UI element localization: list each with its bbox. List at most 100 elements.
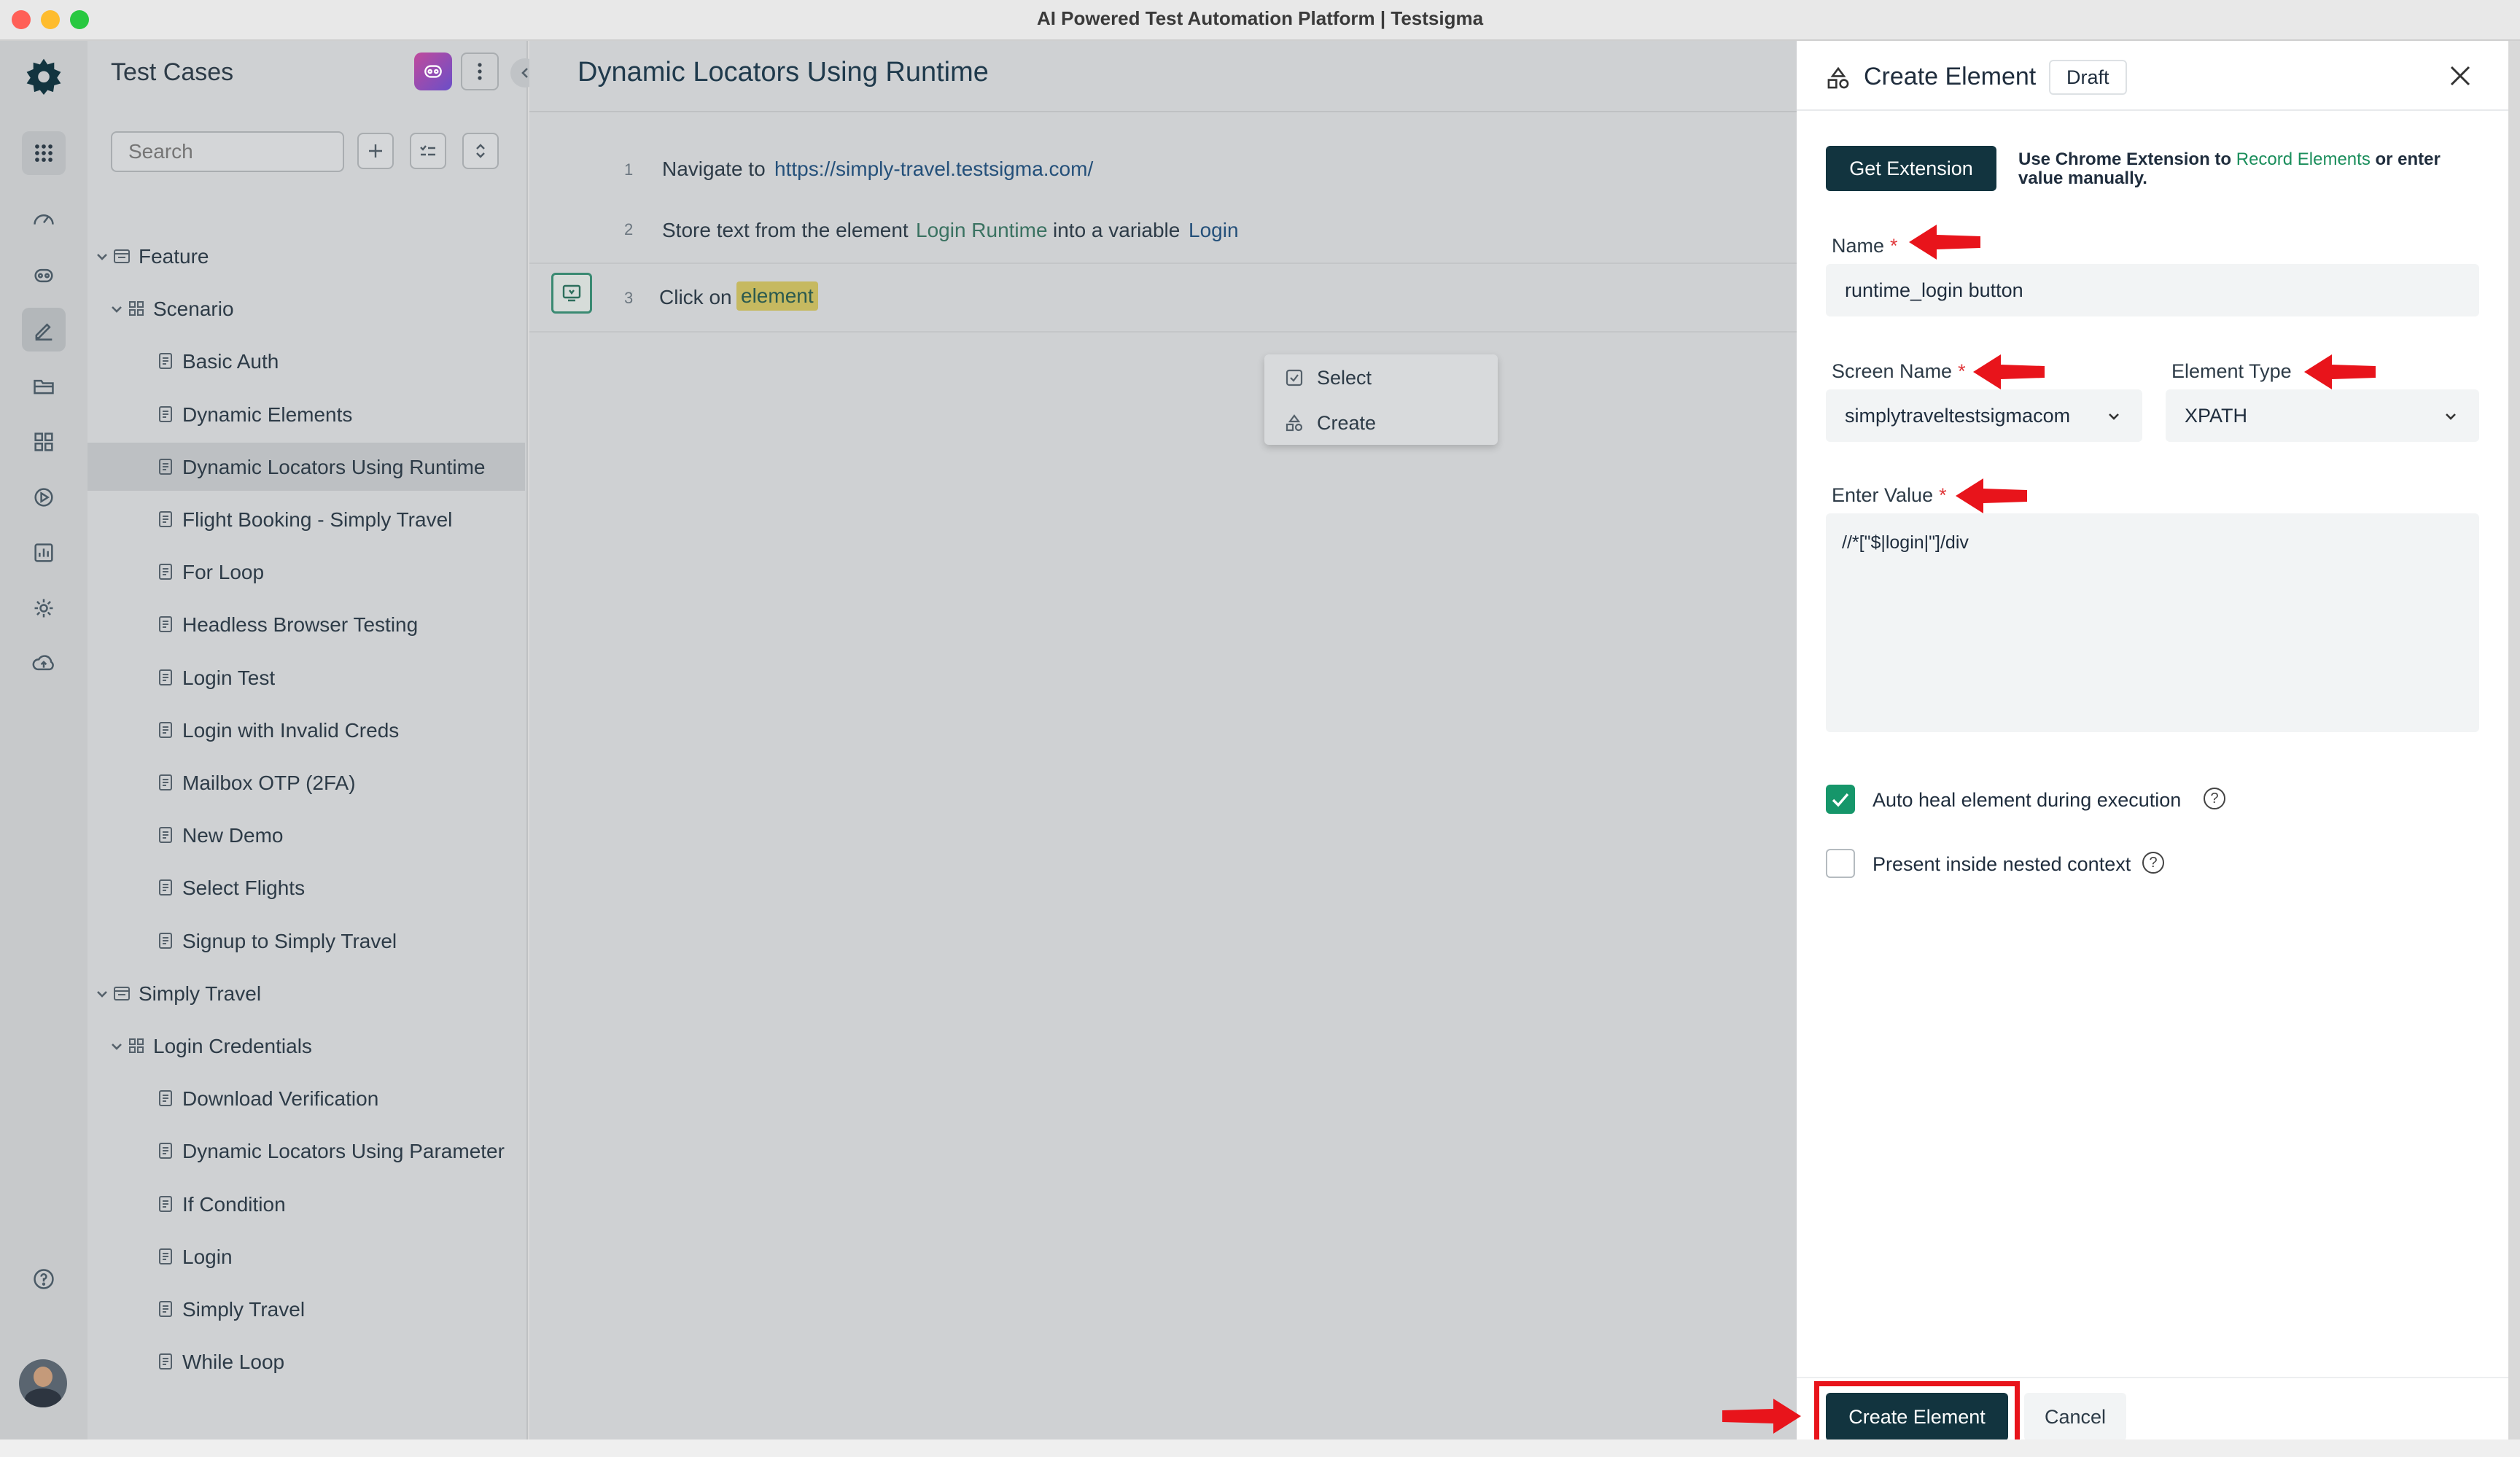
test-case-icon [156,825,175,844]
chevron-down-icon[interactable] [93,247,111,265]
avatar[interactable] [19,1359,67,1407]
tree-item-label: Login Test [182,666,276,689]
tree-item-test-case[interactable]: Login Test [88,653,525,702]
tree-item-test-case[interactable]: Select Flights [88,863,525,912]
tree-item-feature[interactable]: Feature [88,232,525,280]
tree-item-label: While Loop [182,1351,285,1374]
tree-item-label: If Condition [182,1192,286,1216]
tree-item-test-case[interactable]: New Demo [88,811,525,859]
step-variable-link[interactable]: Login [1189,219,1239,242]
tree-item-test-case[interactable]: Signup to Simply Travel [88,917,525,965]
tree-item-test-case[interactable]: Login [88,1232,525,1281]
step-element-link[interactable]: Login Runtime [916,219,1048,242]
edit-icon[interactable] [22,308,66,351]
name-field[interactable] [1826,264,2479,316]
tree-item-test-case[interactable]: Simply Travel [88,1285,525,1333]
tree-item-label: Basic Auth [182,350,279,373]
test-case-icon [156,878,175,897]
extension-note: Use Chrome Extension to Record Elements … [2018,150,2485,188]
help-icon[interactable]: ? [2204,788,2225,809]
auto-heal-checkbox[interactable] [1826,785,1855,814]
tree-item-test-case[interactable]: Mailbox OTP (2FA) [88,758,525,807]
cancel-button[interactable]: Cancel [2024,1393,2126,1441]
step-text: into a variable [1053,219,1181,241]
red-arrow-icon [2304,354,2376,389]
search-input[interactable] [111,131,344,172]
element-type-select[interactable]: XPATH [2166,389,2479,442]
test-step[interactable]: 1 Navigate to https://simply-travel.test… [529,143,1797,201]
sort-button[interactable] [462,133,499,169]
step-type-icon[interactable] [551,273,592,314]
tree-item-label: Simply Travel [139,982,262,1005]
test-case-editor: Dynamic Locators Using Runtime 1 Navigat… [529,41,1797,1439]
close-icon[interactable] [2446,61,2475,90]
tree-item-label: Download Verification [182,1087,379,1111]
drawer-header: Create Element Draft [1797,41,2508,111]
step-url-link[interactable]: https://simply-travel.testsigma.com/ [774,158,1093,181]
chevron-down-icon [2446,413,2456,420]
test-step-active[interactable]: 3 Click on element [529,263,1797,333]
red-arrow-icon [1722,1399,1801,1434]
filter-button[interactable] [410,133,446,169]
get-extension-button[interactable]: Get Extension [1826,146,1996,191]
test-case-icon [156,1089,175,1108]
panel-title: Test Cases [111,58,234,86]
apps-icon[interactable] [22,131,66,175]
draft-badge: Draft [2049,60,2127,95]
chevron-down-icon[interactable] [108,300,125,317]
help-icon[interactable] [22,1257,66,1301]
red-arrow-icon [1956,478,2027,513]
name-label: Name * [1832,235,1898,257]
create-element-option[interactable]: Create [1285,408,1376,438]
value-textarea[interactable]: //*["$|login|"]/div [1826,513,2479,732]
tree-item-test-case[interactable]: Login with Invalid Creds [88,706,525,754]
chevron-down-icon[interactable] [93,984,111,1002]
tree-item-test-case[interactable]: Flight Booking - Simply Travel [88,495,525,543]
step-text: Navigate to [662,158,766,180]
tree-item-test-case[interactable]: While Loop [88,1337,525,1386]
tree-item-test-case[interactable]: Dynamic Locators Using Parameter [88,1127,525,1175]
scenario-icon [127,299,146,318]
tree-item-test-case[interactable]: Dynamic Locators Using Runtime [88,442,525,491]
help-icon[interactable]: ? [2142,852,2164,874]
tree-item-scenario[interactable]: Scenario [88,284,525,333]
dashboard-icon[interactable] [22,198,66,242]
chevron-down-icon[interactable] [108,1037,125,1054]
copilot-button[interactable] [414,53,452,90]
tree-item-label: For Loop [182,561,265,584]
tree-item-test-case[interactable]: Dynamic Elements [88,390,525,438]
test-cases-panel: Test Cases Feature Scenario Basic Auth Dyna… [88,41,540,1439]
tree-item-label: Mailbox OTP (2FA) [182,772,356,794]
reports-icon[interactable] [22,531,66,575]
copilot-icon[interactable] [22,254,66,298]
testsigma-logo-icon[interactable] [22,54,66,98]
settings-icon[interactable] [22,586,66,630]
tree-item-scenario[interactable]: Login Credentials [88,1022,525,1070]
tree-item-test-case[interactable]: Download Verification [88,1074,525,1122]
test-case-icon [156,510,175,529]
test-case-icon [156,1299,175,1318]
folder-icon[interactable] [22,365,66,408]
more-options-button[interactable] [461,53,499,90]
tree-item-test-case[interactable]: If Condition [88,1180,525,1228]
tree-item-feature[interactable]: Simply Travel [88,969,525,1017]
nested-context-checkbox[interactable] [1826,849,1855,878]
screen-name-select[interactable]: simplytraveltestsigmacom [1826,389,2142,442]
element-placeholder[interactable]: element [736,281,818,311]
upload-icon[interactable] [22,642,66,685]
modules-icon[interactable] [22,420,66,464]
run-icon[interactable] [22,475,66,519]
record-elements-link[interactable]: Record Elements [2236,149,2371,169]
tree-item-test-case[interactable]: Headless Browser Testing [88,600,525,648]
tree-item-test-case[interactable]: For Loop [88,548,525,596]
add-test-case-button[interactable] [357,133,394,169]
window-titlebar: AI Powered Test Automation Platform | Te… [0,0,2520,41]
element-type-value: XPATH [2185,405,2248,427]
test-step[interactable]: 2 Store text from the element Login Runt… [529,204,1797,263]
tree-item-test-case[interactable]: Basic Auth [88,337,525,385]
test-case-icon [156,720,175,739]
red-arrow-icon [1973,354,2045,389]
select-element-option[interactable]: Select [1285,363,1372,392]
test-case-icon [156,615,175,634]
tree-item-label: Feature [139,245,209,268]
